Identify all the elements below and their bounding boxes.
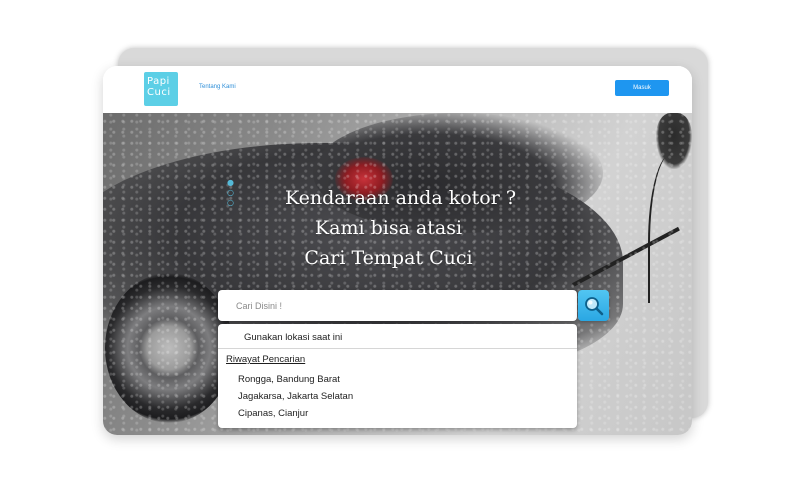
history-item[interactable]: Jagakarsa, Jakarta Selatan xyxy=(238,388,353,405)
headline-line-3: Cari Tempat Cuci xyxy=(304,247,473,269)
logo-text-top: Papi xyxy=(147,76,170,87)
search-suggestions: Gunakan lokasi saat ini Riwayat Pencaria… xyxy=(218,324,577,428)
headline-line-2: Kami bisa atasi xyxy=(314,217,463,239)
navbar: Papi Cuci Tentang Kami Masuk xyxy=(103,66,692,113)
history-item[interactable]: Cipanas, Cianjur xyxy=(238,405,353,422)
search-button[interactable] xyxy=(578,290,609,321)
search-bar xyxy=(218,290,577,321)
logo[interactable]: Papi Cuci xyxy=(144,72,178,106)
browser-window: Papi Cuci Tentang Kami Masuk ● ○ ○ Kenda… xyxy=(103,66,692,435)
search-history-list: Rongga, Bandung Barat Jagakarsa, Jakarta… xyxy=(238,371,353,422)
nav-link-about[interactable]: Tentang Kami xyxy=(199,84,236,90)
search-history-title: Riwayat Pencarian xyxy=(226,354,306,365)
search-input[interactable] xyxy=(236,290,566,321)
divider xyxy=(218,348,577,349)
hero-headline: Kendaraan anda kotor ? Kami bisa atasi C… xyxy=(103,183,692,273)
headline-line-1: Kendaraan anda kotor ? xyxy=(284,187,517,209)
hero-section: ● ○ ○ Kendaraan anda kotor ? Kami bisa a… xyxy=(103,113,692,435)
search-icon xyxy=(584,296,603,315)
use-current-location-option[interactable]: Gunakan lokasi saat ini xyxy=(244,332,342,343)
login-button[interactable]: Masuk xyxy=(615,80,669,96)
logo-text-bottom: Cuci xyxy=(147,87,171,98)
history-item[interactable]: Rongga, Bandung Barat xyxy=(238,371,353,388)
